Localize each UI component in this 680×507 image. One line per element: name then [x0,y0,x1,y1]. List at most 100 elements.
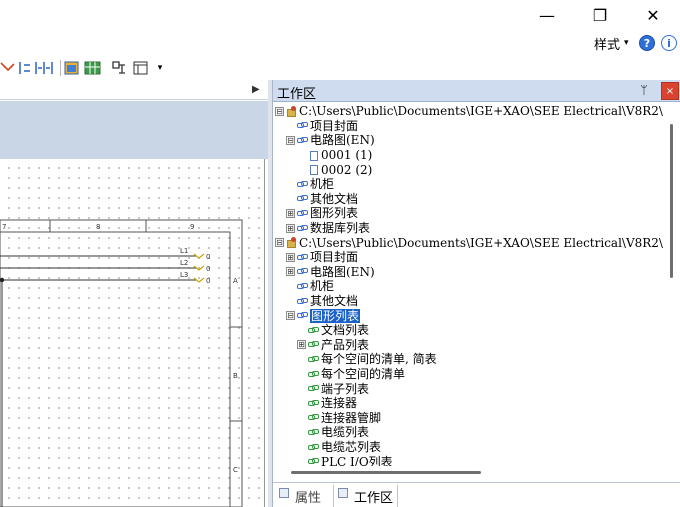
tree-item[interactable]: PLC I/O列表 [297,454,393,466]
workspace-icon [338,488,348,498]
expand-toggle[interactable]: ⊞ [286,267,295,277]
info-icon[interactable]: i [661,35,677,51]
align-left-icon[interactable] [18,59,32,77]
row-letter: C [233,466,238,474]
tree-item-label: 图形列表 [310,206,359,221]
terminal-mark: 0 [206,265,210,273]
row-letter: B [233,372,238,380]
tree-item-label: 电缆列表 [321,425,370,440]
schematic-canvas[interactable]: 7 8 9 A B C L1 L2 L3 0 0 0 [0,159,268,507]
tree-item[interactable]: 每个空间的清单 [297,367,405,382]
chevron-down-icon: ▾ [624,38,629,48]
expand-toggle[interactable]: ⊞ [286,252,295,262]
pin-icon[interactable]: ᛘ [637,83,651,99]
chain-icon [297,266,308,277]
tree-item[interactable]: ⊞ 项目封面 [286,250,358,265]
style-menu-label: 样式 [594,37,621,53]
tree-item-label: 电路图(EN) [310,133,375,148]
tab-properties[interactable]: 属性 [275,485,325,507]
tree-item[interactable]: 项目封面 [286,119,358,134]
chain-icon [297,296,308,307]
page-icon [308,150,319,161]
line-label: L1 [180,247,188,255]
horizontal-scrollbar[interactable] [273,466,665,478]
green-chain-icon [308,339,319,350]
tree-item[interactable]: 电缆列表 [297,425,369,440]
scrollbar-thumb[interactable] [670,124,673,278]
expand-toggle[interactable]: ⊞ [297,340,306,350]
table-icon[interactable] [133,59,149,77]
collapse-toggle[interactable]: ⊟ [286,135,295,145]
tree-item[interactable]: 机柜 [286,177,334,192]
tree-item[interactable]: 端子列表 [297,381,369,396]
chain-icon [297,208,308,219]
minimize-button[interactable]: — [524,0,570,30]
tree-item[interactable]: 文档列表 [297,323,369,338]
tree-item-label: 产品列表 [321,337,370,352]
tree-item[interactable]: ⊞ 图形列表 [286,206,358,221]
app-window: — ❐ ✕ 样式 ▾ ? i ▾ ▶ 7 8 9 A B C L1 L2 L3 … [0,0,680,507]
expand-toggle[interactable]: ⊞ [286,223,295,233]
line-label: L3 [180,271,188,279]
column-number: 7 [2,223,6,231]
tree-item[interactable]: ⊟ C:\Users\Public\Documents\IGE+XAO\SEE E… [275,235,663,250]
green-chain-icon [308,456,319,466]
tree-item[interactable]: 其他文档 [286,192,358,207]
canvas-border [264,159,265,507]
close-window-button[interactable]: ✕ [630,0,676,30]
green-chain-icon [308,398,319,409]
window-icon[interactable] [64,59,80,77]
grid-sheet-icon[interactable] [84,59,102,77]
collapse-toggle[interactable]: ⊟ [275,106,284,116]
tree-item-label: C:\Users\Public\Documents\IGE+XAO\SEE El… [299,104,663,119]
tree-item[interactable]: 电缆芯列表 [297,440,381,455]
chain-icon [297,179,308,190]
tab-workspace[interactable]: 工作区 [333,485,399,507]
tree-item[interactable]: 其他文档 [286,294,358,309]
tree-item[interactable]: ⊞ 数据库列表 [286,221,370,236]
tree-item-label: 项目封面 [310,250,359,265]
green-chain-icon [308,354,319,365]
column-number: 8 [96,223,100,231]
tree-item[interactable]: ⊟ 电路图(EN) [286,133,375,148]
draw-line-icon[interactable] [0,59,16,77]
collapse-toggle[interactable]: ⊟ [275,238,284,248]
align-distribute-icon[interactable] [34,59,56,77]
tree-item[interactable]: 每个空间的清单, 简表 [297,352,437,367]
green-chain-icon [308,442,319,453]
expand-toggle[interactable]: ⊞ [286,208,295,218]
tree-item-label: 电路图(EN) [310,264,375,279]
tree-item[interactable]: 机柜 [286,279,334,294]
panel-title: 工作区 [277,87,317,102]
vertical-scrollbar[interactable] [665,104,679,466]
tree-item[interactable]: ⊟ 图形列表 [286,308,361,323]
junction-dot [0,277,5,283]
help-icon[interactable]: ? [639,35,655,51]
close-panel-button[interactable]: × [661,82,679,100]
tree-item-label: 0001 (1) [321,148,373,163]
chain-icon [297,223,308,234]
tree-item[interactable]: 0001 (1) [297,148,372,163]
terminal-mark: 0 [206,253,210,261]
tree-item[interactable]: 连接器 [297,396,357,411]
scrollbar-thumb[interactable] [291,471,481,474]
collapse-toggle[interactable]: ⊟ [286,311,295,321]
tree-item[interactable]: ⊞ 电路图(EN) [286,265,375,280]
schematic-drawing: 7 8 9 A B C L1 L2 L3 0 0 0 [0,219,243,507]
tree-item-label: 机柜 [310,279,335,294]
tree-item[interactable]: ⊟ C:\Users\Public\Documents\IGE+XAO\SEE E… [275,104,663,119]
hierarchy-icon[interactable] [110,59,128,77]
tree-item-label: PLC I/O列表 [321,454,393,466]
chain-icon [297,120,308,131]
tree-item[interactable]: ⊞ 产品列表 [297,338,369,353]
scroll-right-icon[interactable]: ▶ [252,84,260,95]
tree-item-label: 0002 (2) [321,162,373,177]
tree-item-label: 连接器 [321,396,358,411]
tree-item[interactable]: 连接器管脚 [297,411,381,426]
row-letter: A [233,277,238,285]
toolbar-more-dropdown[interactable]: ▾ [155,59,165,77]
tree-item-label: 电缆芯列表 [321,440,382,455]
style-menu[interactable]: 样式 ▾ [594,34,629,53]
restore-button[interactable]: ❐ [577,0,623,30]
tree-item[interactable]: 0002 (2) [297,162,372,177]
